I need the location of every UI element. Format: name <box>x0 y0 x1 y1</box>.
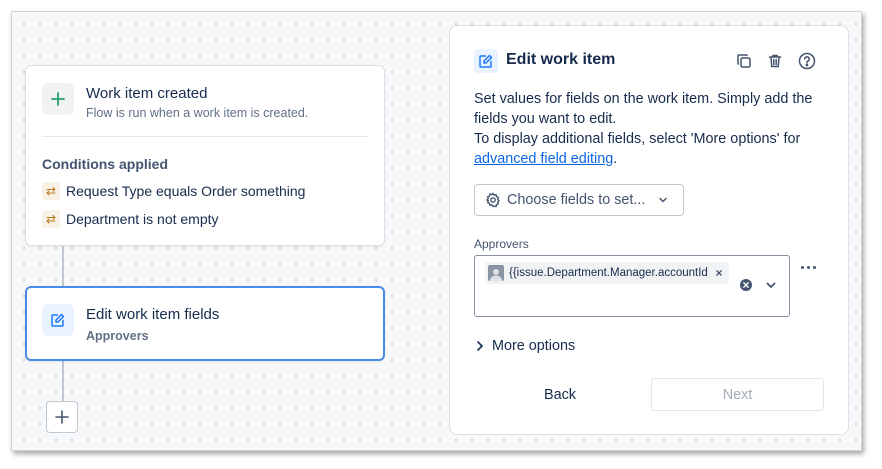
dot <box>806 265 810 269</box>
help-icon <box>798 52 816 70</box>
condition-label: Department is not empty <box>66 211 219 227</box>
chevron-down-icon[interactable] <box>765 279 777 291</box>
divider <box>42 136 368 137</box>
trigger-card[interactable]: Work item created Flow is run when a wor… <box>25 65 385 246</box>
plus-icon <box>42 83 74 115</box>
field-more-actions-button[interactable] <box>798 260 818 274</box>
dot <box>812 265 816 269</box>
chevron-right-icon <box>477 341 484 351</box>
swap-icon: ⇄ <box>42 182 60 200</box>
more-options-label: More options <box>492 338 576 354</box>
action-subtitle: Approvers <box>86 329 149 343</box>
dot <box>800 265 804 269</box>
flow-connector <box>62 245 64 287</box>
approvers-field[interactable]: {{issue.Department.Manager.accountId}} × <box>474 255 790 317</box>
add-step-button[interactable] <box>46 401 78 433</box>
trigger-title: Work item created <box>86 85 208 102</box>
approver-chip-value: {{issue.Department.Manager.accountId}} <box>509 267 707 279</box>
panel-title: Edit work item <box>506 51 616 68</box>
back-button[interactable]: Back <box>500 379 620 411</box>
condition-label: Request Type equals Order something <box>66 183 306 199</box>
panel-description: Set values for fields on the work item. … <box>474 89 834 169</box>
duplicate-button[interactable] <box>733 50 755 72</box>
edit-icon <box>42 304 74 336</box>
remove-chip-button[interactable]: × <box>712 266 726 280</box>
gear-icon <box>485 192 500 208</box>
choose-fields-label: Choose fields to set... <box>507 192 646 208</box>
choose-fields-button[interactable]: Choose fields to set... <box>474 184 684 216</box>
advanced-field-editing-link[interactable]: advanced field editing <box>474 151 613 167</box>
trash-icon <box>768 54 782 68</box>
next-button[interactable]: Next <box>651 378 824 411</box>
condition-item: ⇄ Department is not empty <box>42 210 219 228</box>
trigger-subtitle: Flow is run when a work item is created. <box>86 106 309 120</box>
swap-icon: ⇄ <box>42 210 60 228</box>
action-card-edit-fields[interactable]: Edit work item fields Approvers <box>25 286 385 361</box>
condition-item: ⇄ Request Type equals Order something <box>42 182 305 200</box>
help-button[interactable] <box>796 50 818 72</box>
description-text: Set values for fields on the work item. … <box>474 91 813 127</box>
approvers-label: Approvers <box>474 237 529 251</box>
user-avatar-icon <box>488 265 504 281</box>
description-period: . <box>613 151 618 167</box>
action-title: Edit work item fields <box>86 306 220 323</box>
duplicate-icon <box>737 54 751 68</box>
delete-button[interactable] <box>764 50 786 72</box>
edit-work-item-panel: Edit work item Set values for fields on … <box>449 25 849 435</box>
conditions-heading: Conditions applied <box>42 156 168 172</box>
chevron-down-icon <box>659 197 668 203</box>
add-icon <box>55 410 69 424</box>
approver-chip: {{issue.Department.Manager.accountId}} × <box>485 262 729 284</box>
automation-canvas: Work item created Flow is run when a wor… <box>11 11 862 451</box>
more-options-toggle[interactable]: More options <box>474 338 575 354</box>
edit-icon <box>474 49 498 73</box>
description-text: To display additional fields, select 'Mo… <box>474 131 801 147</box>
flow-connector <box>62 360 64 402</box>
clear-icon[interactable] <box>739 278 753 292</box>
